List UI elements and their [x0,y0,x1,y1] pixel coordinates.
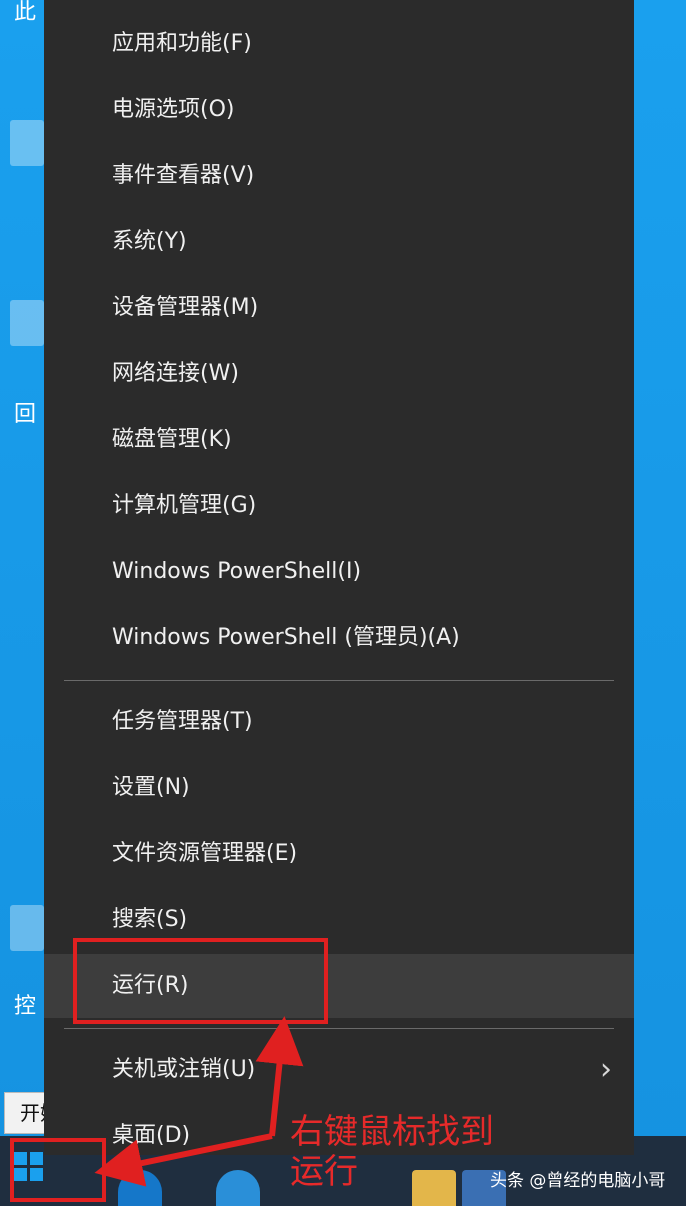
annotation-line-1: 右键鼠标找到 [290,1112,494,1152]
annotation-line-2: 运行 [290,1152,358,1192]
arrow-to-run [255,1016,304,1137]
annotation-text: 右键鼠标找到 运行 [290,1112,494,1192]
arrow-to-start [94,1133,273,1187]
annotation-arrows [94,1016,304,1187]
watermark-text: 头条 @曾经的电脑小哥 [490,1171,666,1191]
